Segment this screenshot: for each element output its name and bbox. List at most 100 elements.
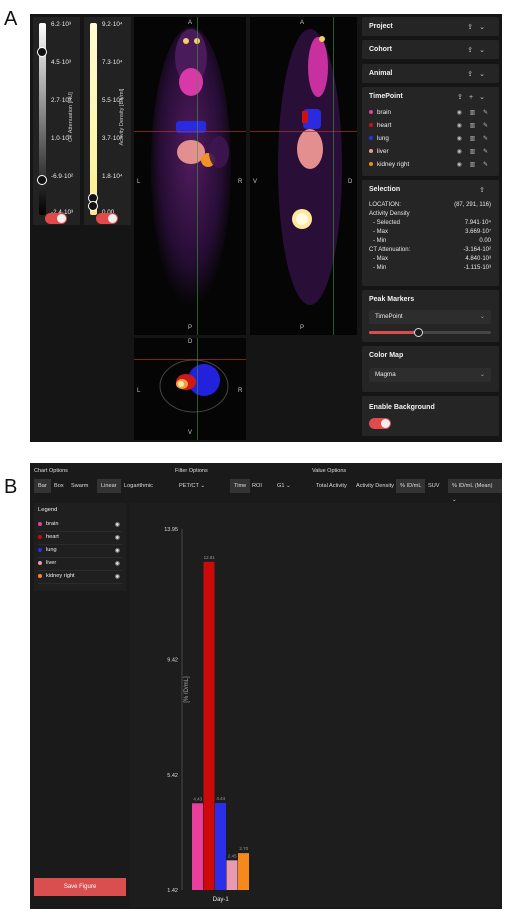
bar-value-label: 4.43 [193,796,202,801]
crosshair-horizontal [134,131,246,132]
box-button[interactable]: Box [50,479,68,493]
ct-lower-handle[interactable] [37,175,47,185]
color-map-section: Color Map Magma ⌄ [362,346,499,392]
cohort-dropdown[interactable]: Cohort ⇪⌄ [362,40,499,59]
roi-action-icons[interactable]: ◉ ▥ ✎ [457,135,491,142]
suv-button[interactable]: SUV [424,479,444,493]
group-value: G1 [277,483,285,489]
crosshair-vertical [333,17,334,335]
legend-item[interactable]: kidney right ◉ [38,573,122,584]
group-select[interactable]: G1 ⌄ [273,479,295,493]
y-tick-label: 13.95 [164,527,178,533]
peak-slider-handle[interactable] [413,328,423,337]
project-label: Project [369,23,393,30]
orientation-label: A [188,20,193,26]
legend-title: Legend [38,507,58,513]
activity-max-label: - Max [373,229,388,235]
roi-item[interactable]: kidney right ◉ ▥ ✎ [369,161,491,168]
filter-options-title: Filter Options [175,468,208,474]
aggregate-value: % ID/mL (Mean) [452,483,493,489]
crosshair-vertical [197,338,198,440]
figure-label-b: B [4,476,18,498]
project-dropdown[interactable]: Project ⇪⌄ [362,17,499,36]
roi-action-icons[interactable]: ◉ ▥ ✎ [457,161,491,168]
peak-slider-fill [369,331,418,334]
coronal-view[interactable]: A P L R [134,17,246,335]
bar-liver [226,860,238,890]
activity-label: Activity Density [369,211,410,217]
modality-select[interactable]: PET/CT ⌄ [175,479,223,493]
roi-action-icons[interactable]: ◉ ▥ ✎ [457,148,491,155]
location-label: LOCATION: [369,202,401,208]
eye-icon[interactable]: ◉ [115,573,120,580]
animal-label: Animal [369,70,393,77]
legend-item[interactable]: brain ◉ [38,521,122,532]
animal-dropdown[interactable]: Animal ⇪⌄ [362,64,499,83]
eye-icon[interactable]: ◉ [115,547,120,554]
peak-markers-select[interactable]: TimePoint ⌄ [369,310,491,324]
sagittal-view[interactable]: A P V D [250,17,357,335]
linear-button[interactable]: Linear [97,479,121,493]
roi-button[interactable]: ROI [248,479,266,493]
orientation-label: A [300,20,305,26]
bar-lung [215,802,226,890]
activity-toggle[interactable] [96,213,118,224]
legend-color-dot [38,521,42,526]
bar-button[interactable]: Bar [34,479,51,493]
value-options-title: Value Options [312,468,347,474]
chevron-down-icon: ⌄ [479,371,485,378]
peak-slider-track[interactable] [369,328,491,337]
location-row: LOCATION: (87, 291, 116) [369,202,491,210]
orientation-label: V [188,430,193,436]
upload-chevron-icons[interactable]: ⇪⌄ [467,46,491,54]
roi-item[interactable]: liver ◉ ▥ ✎ [369,148,491,155]
roi-action-icons[interactable]: ◉ ▥ ✎ [457,122,491,129]
timepoint-actions[interactable]: ⇪+⌄ [457,93,491,101]
ct-upper-handle[interactable] [37,47,47,57]
ct-toggle[interactable] [45,213,67,224]
activity-selected-label: - Selected [373,220,401,226]
roi-color-dot [369,149,373,154]
y-axis-label: [% ID/mL] [184,676,190,703]
legend-item[interactable]: heart ◉ [38,534,122,545]
legend-color-dot [38,534,42,539]
legend-item[interactable]: liver ◉ [38,560,122,571]
roi-item[interactable]: brain ◉ ▥ ✎ [369,109,491,116]
roi-color-dot [369,110,373,115]
orientation-label: D [188,339,193,345]
upload-chevron-icons[interactable]: ⇪⌄ [467,23,491,31]
pct-idml-button[interactable]: % ID/mL [396,479,426,493]
roi-action-icons[interactable]: ◉ ▥ ✎ [457,109,491,116]
total-activity-button[interactable]: Total Activity [312,479,351,493]
ct-label: CT Attenuation: [369,247,411,253]
swarm-button[interactable]: Swarm [67,479,92,493]
activity-density-button[interactable]: Activity Density [352,479,398,493]
legend-item[interactable]: lung ◉ [38,547,122,558]
log-button[interactable]: Logarithmic [120,479,157,493]
eye-icon[interactable]: ◉ [115,534,120,541]
roi-item[interactable]: lung ◉ ▥ ✎ [369,135,491,142]
bar-chart: 13.95 9.42 5.42 1.42 [% ID/mL] 4.43 12.81 4.44 2… [130,503,500,907]
activity-min-row: - Min 0.00 [369,238,491,246]
roi-item[interactable]: heart ◉ ▥ ✎ [369,122,491,129]
upload-icon[interactable]: ⇪ [479,186,491,194]
background-toggle[interactable] [369,418,391,429]
orientation-label: D [348,179,353,185]
eye-icon[interactable]: ◉ [115,560,120,567]
sagittal-image [278,29,342,305]
eye-icon[interactable]: ◉ [115,521,120,528]
roi-label: liver [377,148,389,155]
roi-color-dot [369,162,373,167]
legend-label: brain [46,521,59,527]
color-map-select[interactable]: Magma ⌄ [369,368,491,382]
activity-lower-handle[interactable] [88,201,98,211]
save-figure-button[interactable]: Save Figure [34,878,126,896]
bar-brain [192,803,203,890]
axial-view[interactable]: D V L R [134,338,246,440]
activity-selected-value: 7.941·10⁴ [464,220,491,226]
aggregate-select[interactable]: % ID/mL (Mean) ⌄ [448,479,502,503]
activity-tick: 9.2·10⁴ [102,21,123,28]
crosshair-horizontal [134,359,246,360]
upload-chevron-icons[interactable]: ⇪⌄ [467,70,491,78]
orientation-label: V [253,179,258,185]
